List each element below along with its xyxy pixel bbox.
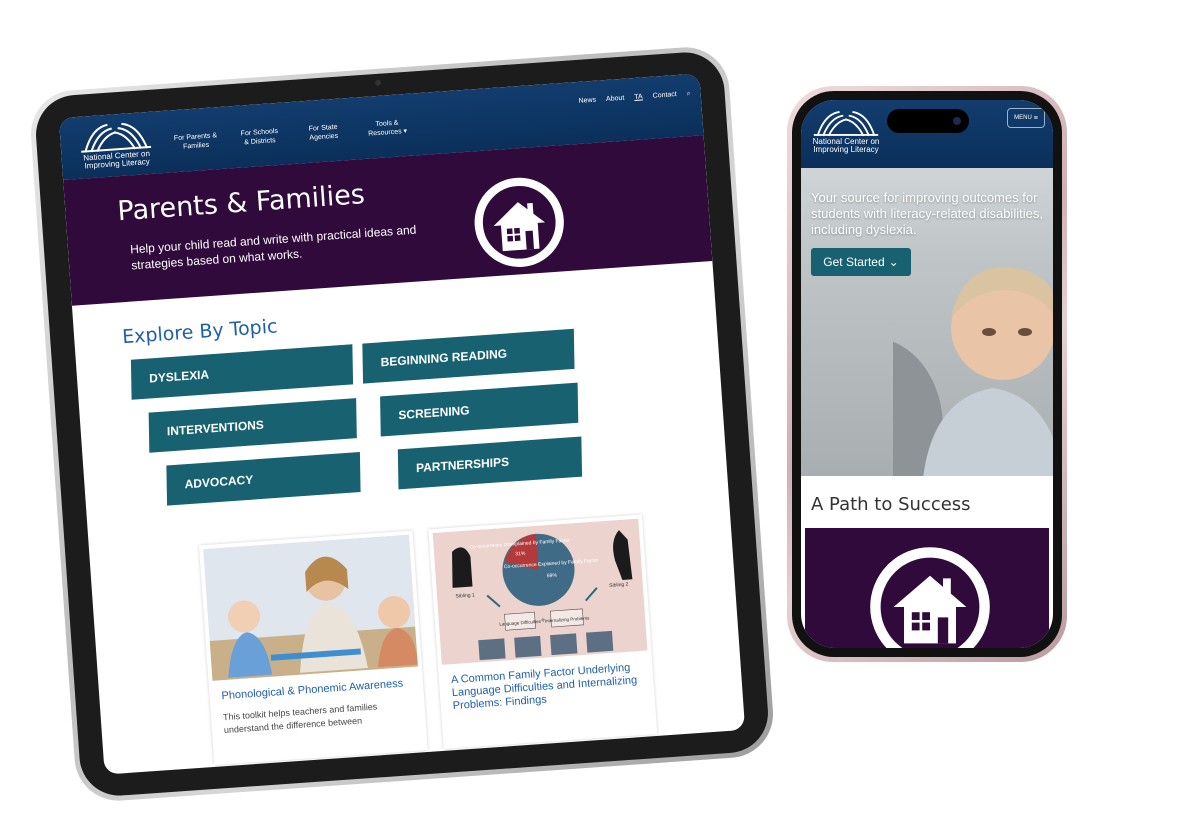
logo-text-line2: Improving Literacy [813,145,879,154]
topic-button-partnerships[interactable]: PARTNERSHIPS [397,436,583,490]
infographic-illustration: Co-occurrence Unexplained by Family Fact… [432,518,648,665]
util-about-link[interactable]: About [606,95,625,104]
house-icon [474,177,564,267]
page-title: Parents & Families [116,179,366,228]
resource-card[interactable]: Co-occurrence Unexplained by Family Fact… [428,514,658,749]
family-factor-infographic: Co-occurrence Unexplained by Family Fact… [432,518,648,665]
page-subtitle: Help your child read and write with prac… [129,222,417,273]
menu-item-parents[interactable]: For Parents & Families [172,131,219,152]
menu-item-schools[interactable]: For Schools & Districts [236,127,283,148]
hamburger-icon: ≡ [1033,114,1038,122]
topic-button-interventions[interactable]: INTERVENTIONS [148,398,357,453]
logo-arcs-icon [813,111,879,137]
menu-item-state-line2: Agencies [309,132,339,142]
utility-nav: News About TA Contact ⌕ [578,90,691,106]
tablet-camera [374,79,382,87]
slice2-pct: 69% [547,573,558,580]
site-logo[interactable]: National Center on Improving Literacy [69,117,162,171]
mobile-hero: Your source for improving outcomes for s… [801,168,1053,476]
resource-cards: Phonological & Phonemic Awareness This t… [198,511,705,765]
topic-button-beginning-reading[interactable]: BEGINNING READING [362,328,575,384]
topic-button-dyslexia[interactable]: DYSLEXIA [130,344,354,400]
chevron-down-icon: ⌄ [888,255,899,269]
search-icon[interactable]: ⌕ [686,90,690,98]
util-ta-link[interactable]: TA [634,93,643,102]
main-content: Explore By Topic DYSLEXIA BEGINNING READ… [72,261,745,773]
menu-button[interactable]: MENU ≡ [1007,108,1045,128]
util-news-link[interactable]: News [578,97,596,106]
hero-text: Your source for improving outcomes for s… [811,190,1043,237]
topic-button-advocacy[interactable]: ADVOCACY [166,452,361,506]
card-text: This toolkit helps teachers and families… [222,701,378,736]
device-mockup-stage: National Center on Improving Literacy Fo… [0,0,1200,839]
teacher-children-photo [203,534,418,681]
tablet-device: National Center on Improving Literacy Fo… [28,44,776,804]
get-started-label: Get Started [823,255,885,269]
camera-dot [953,117,961,125]
topic-grid: DYSLEXIA BEGINNING READING INTERVENTIONS… [130,322,687,508]
house-icon [870,547,990,648]
dynamic-island [887,109,969,133]
photo-illustration [203,534,418,681]
child-photo [893,267,1053,476]
logo-text-line2: Improving Literacy [84,156,151,171]
path-banner [805,528,1049,648]
topic-button-screening[interactable]: SCREENING [380,382,579,437]
site-logo[interactable]: National Center on Improving Literacy [807,108,885,154]
menu-item-state[interactable]: For State Agencies [300,122,347,143]
main-menu: For Parents & Families For Schools & Distr… [172,118,411,153]
plus-sign: + [540,615,546,624]
menu-item-schools-line2: & Districts [244,137,276,147]
slice1-pct: 31% [515,551,526,558]
card-title[interactable]: A Common Family Factor Underlying Langua… [443,660,651,713]
path-heading: A Path to Success [811,494,971,515]
get-started-button[interactable]: Get Started ⌄ [811,248,911,276]
util-contact-link[interactable]: Contact [652,91,677,101]
phone-device: National Center on Improving Literacy ME… [787,86,1067,662]
menu-item-tools-line2: Resources ▾ [367,127,408,138]
tablet-screen: National Center on Improving Literacy Fo… [58,73,746,775]
phone-screen: National Center on Improving Literacy ME… [801,100,1053,648]
menu-item-tools[interactable]: Tools & Resources ▾ [364,118,411,139]
resource-card[interactable]: Phonological & Phonemic Awareness This t… [198,530,428,765]
menu-label: MENU [1014,115,1032,121]
